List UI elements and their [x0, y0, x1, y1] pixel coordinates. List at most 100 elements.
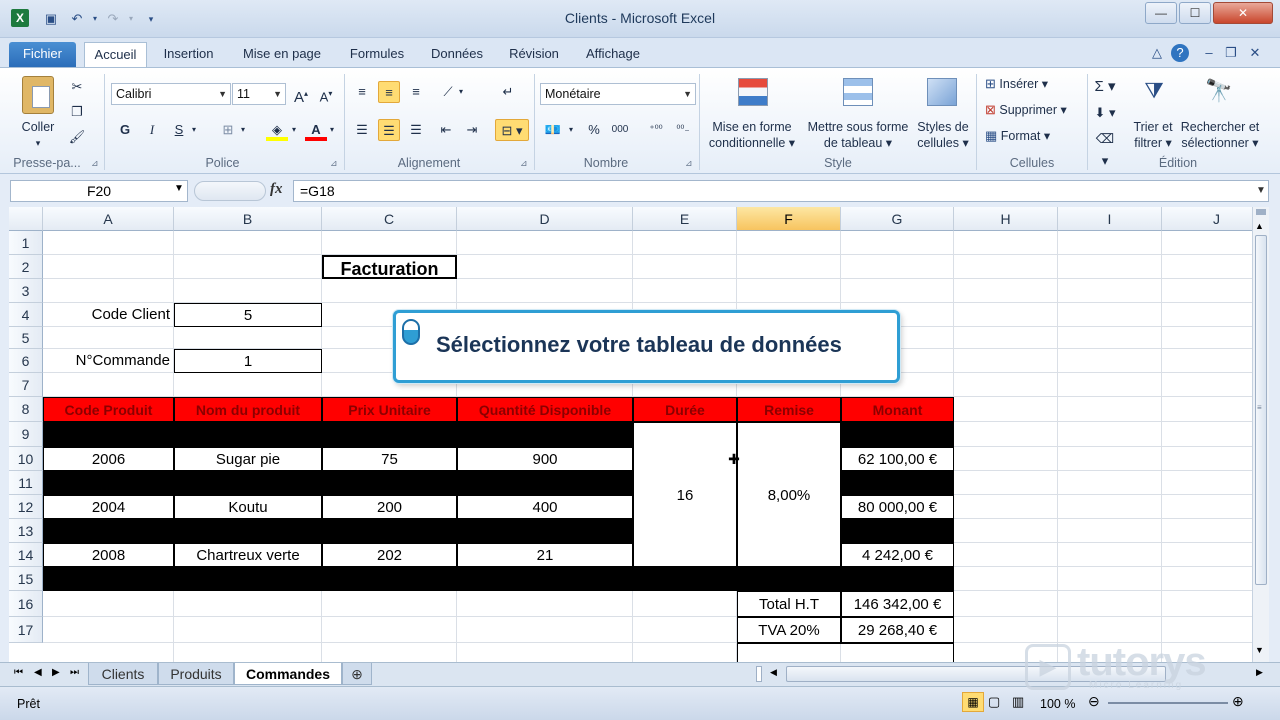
table-header-cell[interactable]: Code Produit	[43, 397, 174, 422]
row-header-10[interactable]: 10	[9, 447, 43, 471]
column-header-d[interactable]: D	[457, 207, 633, 231]
row-header-6[interactable]: 6	[9, 349, 43, 373]
select-all-corner[interactable]	[9, 207, 43, 231]
tab-insert[interactable]: Insertion	[155, 42, 222, 68]
table-row-name[interactable]: Chartreux verte	[174, 543, 322, 567]
table-row-code[interactable]: 2004	[43, 495, 174, 519]
table-row-name[interactable]: Koutu	[174, 495, 322, 519]
zoom-level[interactable]: 100 %	[1040, 697, 1075, 711]
sheet-tab-commandes[interactable]: Commandes	[234, 663, 342, 685]
number-format-combo[interactable]: Monétaire ▼	[540, 83, 696, 105]
shrink-font-icon[interactable]: A▾	[315, 83, 337, 105]
doc-restore-icon[interactable]: ❐	[1222, 44, 1240, 62]
alignment-launcher-icon[interactable]: ⊿	[520, 158, 528, 169]
column-header-j[interactable]: J	[1162, 207, 1252, 231]
row-header-12[interactable]: 12	[9, 495, 43, 519]
table-header-cell[interactable]: Remise	[737, 397, 841, 422]
normal-view-icon[interactable]: ▦	[962, 692, 984, 712]
decrease-indent-icon[interactable]: ⇤	[435, 119, 457, 141]
row-header-7[interactable]: 7	[9, 373, 43, 397]
tab-file[interactable]: Fichier	[9, 42, 76, 68]
row-header-15[interactable]: 15	[9, 567, 43, 591]
tab-data[interactable]: Données	[422, 42, 492, 68]
row-header-4[interactable]: 4	[9, 303, 43, 327]
fill-color-icon[interactable]: ◈	[266, 119, 288, 141]
table-row-price[interactable]: 202	[322, 543, 457, 567]
row-header-11[interactable]: 11	[9, 471, 43, 495]
font-color-icon[interactable]: A	[305, 119, 327, 141]
currency-format-icon[interactable]: 💶	[542, 119, 564, 141]
prev-sheet-icon[interactable]: ◀	[34, 667, 42, 678]
conditional-format-button[interactable]: Mise en forme conditionnelle ▾	[703, 119, 801, 151]
name-box[interactable]: F20	[10, 180, 188, 202]
scroll-left-icon[interactable]: ◀	[770, 667, 777, 678]
conditional-format-icon[interactable]	[738, 78, 768, 106]
underline-button[interactable]: S	[168, 119, 190, 141]
row-header-16[interactable]: 16	[9, 591, 43, 617]
commande-label[interactable]: N°Commande	[43, 349, 174, 373]
formula-input[interactable]: =G18	[293, 180, 1269, 202]
title-cell[interactable]: Facturation	[322, 255, 457, 279]
align-middle-icon[interactable]: ≡	[378, 81, 400, 103]
align-bottom-icon[interactable]: ≡	[405, 81, 427, 103]
close-button[interactable]: ✕	[1213, 2, 1273, 24]
increase-indent-icon[interactable]: ⇥	[461, 119, 483, 141]
tab-page-layout[interactable]: Mise en page	[232, 42, 332, 68]
last-sheet-icon[interactable]: ⏭	[70, 667, 79, 678]
insert-cells-button[interactable]: ⊞ Insérer ▾	[985, 76, 1075, 92]
format-as-table-button[interactable]: Mettre sous forme de tableau ▾	[800, 119, 916, 151]
sheet-tab-clients[interactable]: Clients	[88, 663, 158, 685]
table-header-cell[interactable]: Prix Unitaire	[322, 397, 457, 422]
first-sheet-icon[interactable]: ⏮	[14, 667, 23, 678]
cell-styles-icon[interactable]	[927, 78, 957, 106]
table-header-cell[interactable]: Durée	[633, 397, 737, 422]
scroll-up-icon[interactable]: ▲	[1255, 221, 1264, 231]
sort-filter-button[interactable]: Trier et filtrer ▾	[1126, 119, 1180, 151]
total-ht-label[interactable]: Total H.T	[737, 591, 841, 617]
formula-bar-handle[interactable]	[194, 181, 266, 201]
row-header-17[interactable]: 17	[9, 617, 43, 643]
sort-filter-icon[interactable]: ⧩	[1140, 78, 1168, 108]
table-header-cell[interactable]: Monant	[841, 397, 954, 422]
column-header-b[interactable]: B	[174, 207, 322, 231]
bold-button[interactable]: G	[114, 119, 136, 141]
help-icon[interactable]: ?	[1171, 44, 1189, 62]
row-header-13[interactable]: 13	[9, 519, 43, 543]
maximize-button[interactable]: ☐	[1179, 2, 1211, 24]
zoom-slider[interactable]	[1108, 702, 1228, 704]
format-cells-button[interactable]: ▦ Format ▾	[985, 128, 1075, 144]
tab-view[interactable]: Affichage	[576, 42, 650, 68]
italic-button[interactable]: I	[141, 119, 163, 141]
commande-value[interactable]: 1	[174, 349, 322, 373]
row-header-3[interactable]: 3	[9, 279, 43, 303]
split-handle[interactable]	[1256, 209, 1266, 215]
scroll-right-icon[interactable]: ▶	[1256, 667, 1263, 678]
borders-dropdown-icon[interactable]: ▾	[237, 119, 249, 141]
font-color-dropdown-icon[interactable]: ▾	[326, 119, 338, 141]
percent-icon[interactable]: %	[583, 119, 605, 141]
minimize-button[interactable]: —	[1145, 2, 1177, 24]
expand-formula-bar-icon[interactable]: ▼	[1256, 185, 1266, 196]
font-size-combo[interactable]: 11 ▼	[232, 83, 286, 105]
font-name-combo[interactable]: Calibri ▼	[111, 83, 231, 105]
tab-home[interactable]: Accueil	[84, 42, 147, 68]
new-sheet-icon[interactable]: ⊕	[342, 663, 372, 685]
find-select-button[interactable]: Rechercher et sélectionner ▾	[1180, 119, 1260, 151]
row-header-14[interactable]: 14	[9, 543, 43, 567]
table-row-code[interactable]: 2008	[43, 543, 174, 567]
fill-icon[interactable]: ⬇ ▾	[1094, 102, 1116, 124]
code-client-value[interactable]: 5	[174, 303, 322, 327]
row-header-8[interactable]: 8	[9, 397, 43, 422]
table-row-total[interactable]: 80 000,00 €	[841, 495, 954, 519]
zoom-out-icon[interactable]: ⊖	[1088, 693, 1100, 710]
copy-icon[interactable]: ❐	[66, 101, 88, 123]
orientation-dropdown-icon[interactable]: ▾	[455, 81, 467, 103]
borders-icon[interactable]: ⊞	[217, 119, 239, 141]
wrap-text-icon[interactable]: ↵	[497, 81, 519, 103]
tva-label[interactable]: TVA 20%	[737, 617, 841, 643]
tva-value[interactable]: 29 268,40 €	[841, 617, 954, 643]
clipboard-launcher-icon[interactable]: ⊿	[91, 158, 99, 169]
format-painter-icon[interactable]: 🖌	[66, 126, 88, 148]
column-header-a[interactable]: A	[43, 207, 174, 231]
table-row-qty[interactable]: 21	[457, 543, 633, 567]
